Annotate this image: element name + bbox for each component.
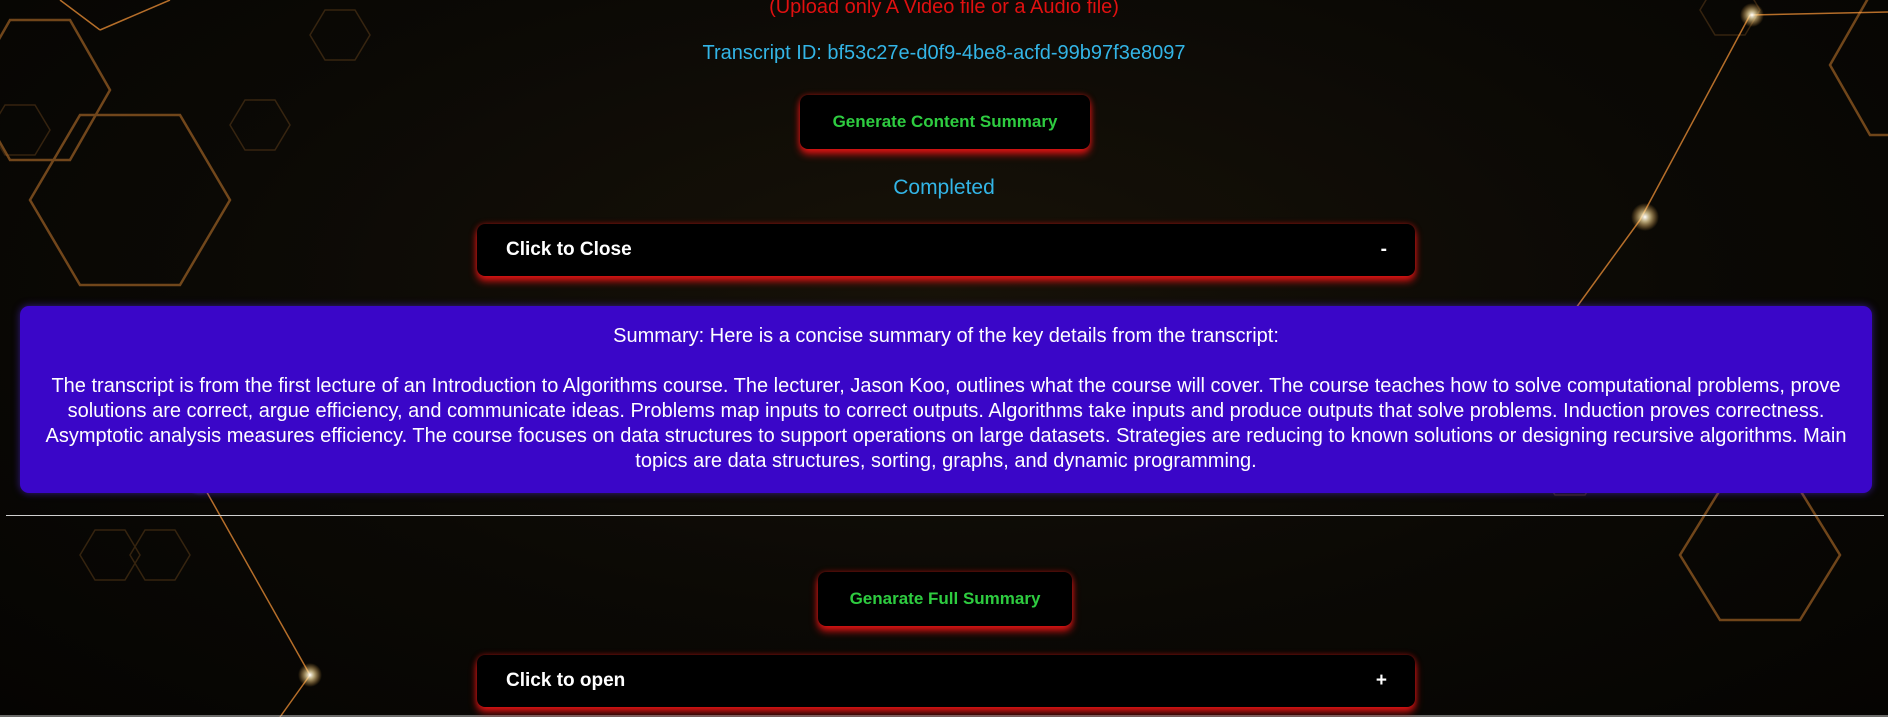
expand-icon: +: [1375, 670, 1387, 691]
status-text: Completed: [893, 176, 995, 199]
upload-instruction: (Upload only A Video file or a Audio fil…: [769, 0, 1119, 18]
accordion-label: Click to Close: [506, 239, 632, 260]
divider: [6, 515, 1884, 516]
full-summary-accordion-header[interactable]: Click to open +: [477, 655, 1415, 707]
accordion-label: Click to open: [506, 670, 626, 691]
summary-title: Summary: Here is a concise summary of th…: [613, 325, 1279, 347]
collapse-icon: -: [1380, 239, 1387, 260]
generate-content-summary-button[interactable]: Generate Content Summary: [800, 95, 1090, 149]
summary-accordion-header[interactable]: Click to Close -: [477, 224, 1415, 276]
summary-body: The transcript is from the first lecture…: [45, 375, 1847, 472]
generate-full-summary-button[interactable]: Genarate Full Summary: [818, 572, 1072, 626]
summary-panel: Summary: Here is a concise summary of th…: [20, 306, 1872, 493]
transcript-id: Transcript ID: bf53c27e-d0f9-4be8-acfd-9…: [702, 42, 1186, 64]
